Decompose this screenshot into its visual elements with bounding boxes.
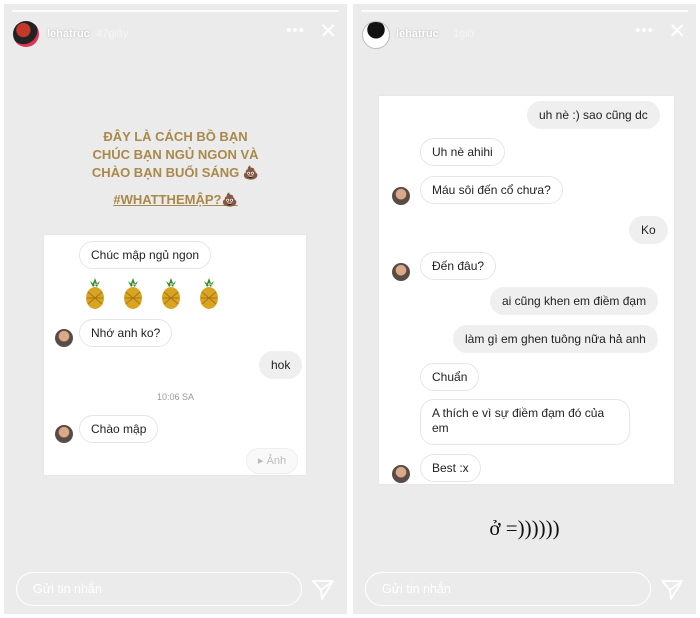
photo-button-label: Ảnh xyxy=(266,455,287,467)
sender-avatar xyxy=(55,425,73,443)
camera-icon: ▸ xyxy=(257,455,267,467)
message-timestamp: 10:06 SA xyxy=(157,392,195,402)
message-bubble: Đến đâu? xyxy=(420,252,497,280)
reaction-text: ở =)))))) xyxy=(489,516,560,540)
reply-input[interactable]: Gửi tin nhắn xyxy=(16,572,302,606)
pineapple-icon xyxy=(200,278,218,309)
message-bubble-sent: uh nè :) sao cũng dc xyxy=(527,101,660,129)
sender-avatar xyxy=(55,329,73,347)
chat-screenshot: Chúc mập ngủ ngon Nhớ anh ko? hok 10:06 … xyxy=(44,235,306,475)
username[interactable]: lehatruc xyxy=(47,28,90,40)
avatar[interactable] xyxy=(362,21,390,49)
story-progress-bar xyxy=(12,10,339,12)
close-icon[interactable]: ✕ xyxy=(668,21,686,42)
pineapple-icon xyxy=(86,278,104,309)
message-bubble: Chào mập xyxy=(79,415,159,443)
story-time: 1giờ xyxy=(453,28,475,40)
close-icon[interactable]: ✕ xyxy=(319,21,337,42)
message-bubble: A thích e vì sự điềm đạm đó của em xyxy=(420,399,630,445)
story-progress-bar xyxy=(361,10,688,12)
story-right: lehatruc 1giờ ••• ✕ uh nè :) sao cũng dc… xyxy=(353,4,696,614)
send-icon[interactable] xyxy=(311,578,335,602)
caption-line: CHÚC BẠN NGỦ NGON VÀ xyxy=(92,147,259,162)
caption-line: CHÀO BẠN BUỔI SÁNG 💩 xyxy=(91,165,260,180)
message-bubble-sent: ai cũng khen em điềm đạm xyxy=(490,287,659,315)
more-horizontal-icon[interactable]: ••• xyxy=(286,22,305,39)
photo-button[interactable]: ▸ Ảnh xyxy=(246,448,298,474)
chat-screenshot: uh nè :) sao cũng dc Uh nè ahihi Máu sôi… xyxy=(379,96,674,484)
username[interactable]: lehatruc xyxy=(396,28,439,40)
message-bubble: Nhớ anh ko? xyxy=(79,319,173,347)
message-bubble-sent: Ko xyxy=(629,216,668,244)
message-bubble: Chúc mập ngủ ngon xyxy=(79,241,212,269)
message-bubble: Uh nè ahihi xyxy=(420,138,505,166)
hashtag: #WHATTHEMẬP?💩 xyxy=(113,192,238,207)
story-left: lehatruc 47giây ••• ✕ ĐÂY LÀ CÁCH BỒ BẠN… xyxy=(4,4,347,614)
message-bubble: Chuẩn xyxy=(420,363,480,391)
sender-avatar xyxy=(392,187,410,205)
avatar[interactable] xyxy=(13,21,39,47)
pineapple-icon xyxy=(162,278,180,309)
pineapple-icon xyxy=(124,278,142,309)
sender-avatar xyxy=(392,465,410,483)
message-bubble-sent: hok xyxy=(259,351,303,379)
caption-line: ĐÂY LÀ CÁCH BỒ BẠN xyxy=(103,129,248,144)
message-bubble: Best :x xyxy=(420,454,481,482)
story-caption: ĐÂY LÀ CÁCH BỒ BẠN CHÚC BẠN NGỦ NGON VÀ … xyxy=(4,128,347,182)
sender-avatar xyxy=(392,263,410,281)
message-bubble: Máu sôi đến cổ chưa? xyxy=(420,176,563,204)
message-bubble-sent: làm gì em ghen tuông nữa hả anh xyxy=(453,325,658,353)
send-icon[interactable] xyxy=(660,578,684,602)
story-time: 47giây xyxy=(96,28,129,40)
more-horizontal-icon[interactable]: ••• xyxy=(635,22,654,39)
reply-input[interactable]: Gửi tin nhắn xyxy=(365,572,651,606)
